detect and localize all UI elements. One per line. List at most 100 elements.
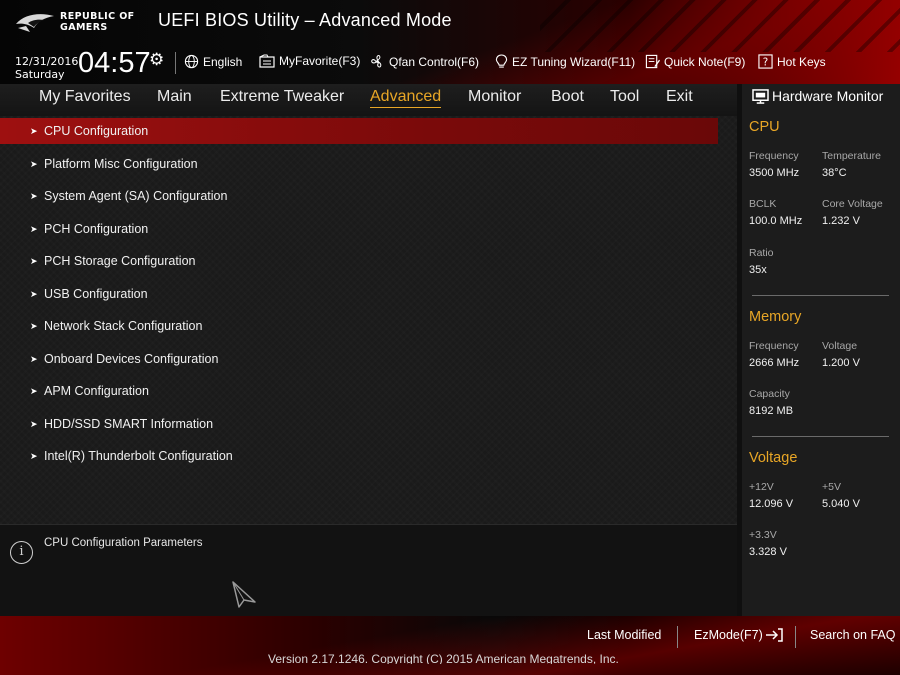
memory-frequency-value: 2666 MHz xyxy=(749,357,800,369)
exit-arrow-icon xyxy=(765,628,783,642)
cpu-frequency-value: 3500 MHz xyxy=(749,167,800,179)
tab-advanced[interactable]: Advanced xyxy=(370,88,442,108)
tab-exit[interactable]: Exit xyxy=(666,88,693,106)
v5-value: 5.040 V xyxy=(822,498,860,510)
logo-line1: REPUBLIC OF xyxy=(60,11,135,22)
svg-text:?: ? xyxy=(763,56,768,68)
toolbar-divider xyxy=(175,52,176,74)
menu-item-usb[interactable]: ➤ USB Configuration xyxy=(0,281,718,307)
menu-item-label: CPU Configuration xyxy=(44,124,149,138)
mouse-cursor-icon xyxy=(232,581,256,608)
menu-item-label: APM Configuration xyxy=(44,384,149,398)
ratio-label: Ratio xyxy=(749,247,774,259)
rog-eye-icon xyxy=(16,14,54,32)
footer-divider xyxy=(677,626,678,648)
arrow-right-icon: ➤ xyxy=(30,353,38,364)
arrow-right-icon: ➤ xyxy=(30,320,38,331)
menu-item-label: HDD/SSD SMART Information xyxy=(44,417,214,431)
ez-tuning-label: EZ Tuning Wizard(F11) xyxy=(512,54,636,69)
tab-my-favorites[interactable]: My Favorites xyxy=(39,88,131,106)
menu-item-platform-misc[interactable]: ➤ Platform Misc Configuration xyxy=(0,151,718,177)
arrow-right-icon: ➤ xyxy=(30,158,38,169)
menu-item-apm[interactable]: ➤ APM Configuration xyxy=(0,378,718,404)
tab-monitor[interactable]: Monitor xyxy=(468,88,521,106)
core-voltage-label: Core Voltage xyxy=(822,198,883,210)
tab-boot[interactable]: Boot xyxy=(551,88,584,106)
section-divider xyxy=(752,436,889,437)
last-modified-button[interactable]: Last Modified xyxy=(587,628,661,642)
cpu-temperature-value: 38°C xyxy=(822,167,847,179)
capacity-label: Capacity xyxy=(749,388,790,400)
menu-item-label: PCH Configuration xyxy=(44,222,149,236)
capacity-value: 8192 MB xyxy=(749,405,794,417)
date-text: 12/31/2016 xyxy=(15,55,79,68)
menu-item-label: Platform Misc Configuration xyxy=(44,157,198,171)
menu-item-label: Onboard Devices Configuration xyxy=(44,352,219,366)
v5-label: +5V xyxy=(822,481,841,493)
bclk-value: 100.0 MHz xyxy=(749,215,803,227)
language-button[interactable]: English xyxy=(184,54,242,69)
rog-logo: REPUBLIC OF GAMERS xyxy=(14,8,149,38)
logo-text: REPUBLIC OF GAMERS xyxy=(60,11,135,33)
memory-voltage-value: 1.200 V xyxy=(822,357,860,369)
date-display: 12/31/2016 Saturday xyxy=(15,55,78,81)
hardware-monitor-panel: Hardware Monitor CPU Frequency 3500 MHz … xyxy=(737,84,900,616)
quick-note-label: Quick Note(F9) xyxy=(664,54,746,69)
ezmode-button[interactable]: EzMode(F7) xyxy=(694,628,783,642)
logo-line2: GAMERS xyxy=(60,22,108,33)
menu-item-label: System Agent (SA) Configuration xyxy=(44,189,228,203)
clock-time[interactable]: 04:57 xyxy=(78,47,151,80)
arrow-right-icon: ➤ xyxy=(30,450,38,461)
hot-keys-button[interactable]: ? Hot Keys xyxy=(758,54,826,69)
menu-item-cpu-configuration[interactable]: ➤ CPU Configuration xyxy=(0,118,718,144)
favorite-folder-icon xyxy=(259,54,275,68)
menu-item-pch-storage[interactable]: ➤ PCH Storage Configuration xyxy=(0,248,718,274)
memory-heading: Memory xyxy=(749,309,802,325)
qfan-label: Qfan Control(F6) xyxy=(389,54,480,69)
tab-extreme-tweaker[interactable]: Extreme Tweaker xyxy=(220,88,344,106)
arrow-right-icon: ➤ xyxy=(30,385,38,396)
menu-item-hdd-ssd-smart[interactable]: ➤ HDD/SSD SMART Information xyxy=(0,411,718,437)
version-text: Version 2.17.1246. Copyright (C) 2015 Am… xyxy=(268,652,619,664)
menu-item-onboard-devices[interactable]: ➤ Onboard Devices Configuration xyxy=(0,346,718,372)
header-bar: REPUBLIC OF GAMERS UEFI BIOS Utility – A… xyxy=(0,0,900,84)
arrow-right-icon: ➤ xyxy=(30,288,38,299)
cpu-temperature-label: Temperature xyxy=(822,150,881,162)
quick-note-button[interactable]: Quick Note(F9) xyxy=(645,54,745,69)
info-icon: i xyxy=(10,541,33,564)
memory-frequency-label: Frequency xyxy=(749,340,799,352)
cpu-frequency-label: Frequency xyxy=(749,150,799,162)
question-icon: ? xyxy=(758,54,773,69)
menu-item-label: Network Stack Configuration xyxy=(44,319,203,333)
arrow-right-icon: ➤ xyxy=(30,418,38,429)
v33-value: 3.328 V xyxy=(749,546,787,558)
menu-item-thunderbolt[interactable]: ➤ Intel(R) Thunderbolt Configuration xyxy=(0,443,718,469)
menu-item-network-stack[interactable]: ➤ Network Stack Configuration xyxy=(0,313,718,339)
ez-tuning-wizard-button[interactable]: EZ Tuning Wizard(F11) xyxy=(495,54,635,69)
myfavorite-label: MyFavorite(F3) xyxy=(279,54,361,68)
day-text: Saturday xyxy=(15,68,65,81)
memory-voltage-label: Voltage xyxy=(822,340,858,352)
v12-value: 12.096 V xyxy=(749,498,794,510)
footer-bar: Last Modified EzMode(F7) Search on FAQ V… xyxy=(0,616,900,675)
note-icon xyxy=(645,54,660,69)
arrow-right-icon: ➤ xyxy=(30,190,38,201)
lightbulb-icon xyxy=(495,54,508,68)
ratio-value: 35x xyxy=(749,264,767,276)
app-title: UEFI BIOS Utility – Advanced Mode xyxy=(158,10,452,30)
core-voltage-value: 1.232 V xyxy=(822,215,860,227)
hardware-monitor-title: Hardware Monitor xyxy=(752,88,883,104)
section-divider xyxy=(752,295,889,296)
arrow-right-icon: ➤ xyxy=(30,223,38,234)
search-faq-button[interactable]: Search on FAQ xyxy=(810,628,895,642)
voltage-heading: Voltage xyxy=(749,450,798,466)
menu-item-system-agent[interactable]: ➤ System Agent (SA) Configuration xyxy=(0,183,718,209)
tab-main[interactable]: Main xyxy=(157,88,192,106)
menu-item-pch[interactable]: ➤ PCH Configuration xyxy=(0,216,718,242)
monitor-icon xyxy=(752,88,769,104)
tab-tool[interactable]: Tool xyxy=(610,88,639,106)
qfan-control-button[interactable]: Qfan Control(F6) xyxy=(370,54,479,69)
myfavorite-button[interactable]: MyFavorite(F3) xyxy=(259,54,360,68)
gear-icon[interactable]: ⚙ xyxy=(149,50,164,70)
description-text: CPU Configuration Parameters xyxy=(44,537,203,549)
